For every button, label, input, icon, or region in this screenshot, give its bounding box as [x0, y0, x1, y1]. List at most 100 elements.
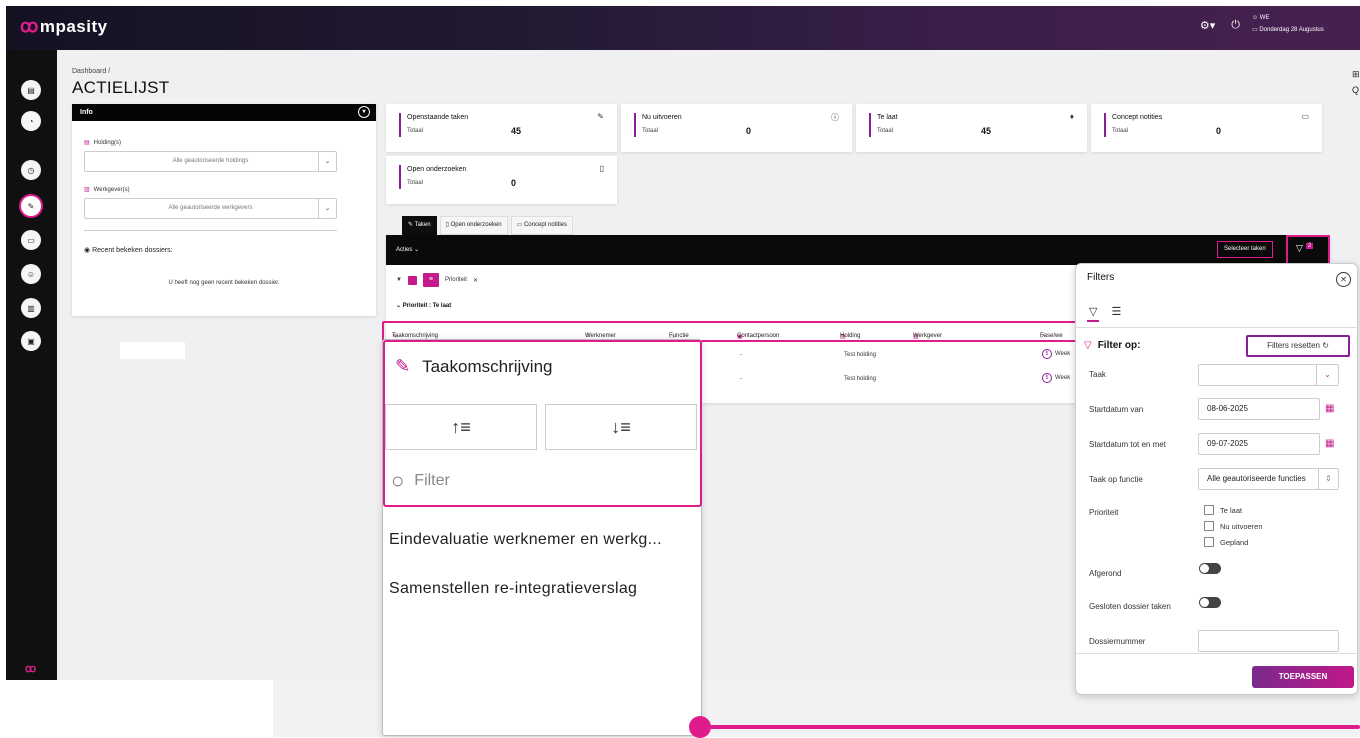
group-title-text: Prioriteit : Te laat [402, 303, 452, 309]
grid-icon[interactable]: ⊞ [1352, 66, 1360, 82]
actions-bar: Acties ⌄ Selecteer taken ▽ 2 [386, 235, 1330, 265]
startdatum-van-input[interactable]: 08-06-2025 [1198, 398, 1320, 420]
list-item[interactable]: Eindevaluatie werknemer en werkg... [389, 531, 662, 549]
startdatum-tot-input[interactable]: 09-07-2025 [1198, 433, 1320, 455]
group-chip-label: Prioriteit [444, 277, 467, 283]
werkgever-select[interactable]: Alle geautoriseerde werkgevers ⌄ [84, 198, 337, 219]
stat-card-nu-uitvoeren[interactable]: Nu uitvoeren Totaal 0 ⓘ [621, 104, 852, 152]
filter-button[interactable]: ▽ 2 [1286, 235, 1330, 265]
filter-icon: ▽ [1296, 243, 1303, 253]
stat-title: Te laat [877, 114, 898, 121]
divider [1076, 653, 1359, 654]
stat-card-te-laat[interactable]: Te laat Totaal 45 ♦ [856, 104, 1087, 152]
checkbox[interactable] [1204, 521, 1214, 531]
recent-label-text: Recent bekeken dossiers: [92, 247, 173, 254]
breadcrumb[interactable]: Dashboard / [72, 68, 110, 75]
chevron-down-icon: ⌄ [318, 152, 336, 171]
apply-button[interactable]: TOEPASSEN [1252, 666, 1354, 688]
sidebar-item-notifications[interactable]: ◔ [21, 111, 41, 131]
priority-option[interactable]: Te laat [1204, 505, 1242, 515]
chevron-down-icon: ⌄ [412, 247, 420, 253]
stat-value: 0 [1216, 126, 1222, 136]
group-title[interactable]: ⌄ Prioriteit : Te laat [396, 302, 451, 309]
checkbox[interactable] [1204, 505, 1214, 515]
sort-descending-button[interactable]: ↓≡ [545, 404, 697, 450]
info-header: Info ▾ [72, 104, 376, 121]
sidebar-item-folder[interactable]: ▭ [21, 230, 41, 250]
stat-sub: Totaal [1112, 128, 1129, 134]
power-icon[interactable]: ⏻ [1231, 19, 1240, 32]
select-tasks-button[interactable]: Selecteer taken [1217, 241, 1273, 258]
stat-card-concept-notities[interactable]: Concept notities Totaal 0 ▭ [1091, 104, 1322, 152]
stat-card-openstaande[interactable]: Openstaande taken Totaal 45 ✎ [386, 104, 617, 152]
close-icon[interactable]: ✕ [473, 277, 478, 284]
logo-mark-icon: ꝏ [20, 16, 39, 36]
sidebar-item-chart[interactable]: ▥ [21, 298, 41, 318]
calendar-icon[interactable]: ▦ [1325, 403, 1334, 414]
edit-icon: ✎ [408, 222, 415, 228]
priority-option[interactable]: Nu uitvoeren [1204, 521, 1263, 531]
stat-card-open-onderzoeken[interactable]: Open onderzoeken Totaal 0 ▯ [386, 156, 617, 204]
building-icon: ▥ [84, 187, 90, 193]
stat-title: Openstaande taken [407, 114, 469, 121]
gesloten-label: Gesloten dossier taken [1089, 602, 1171, 611]
briefcase-icon: ▣ [27, 336, 35, 346]
divider [84, 230, 337, 231]
startdatum-van-label: Startdatum van [1089, 405, 1144, 414]
holding-select[interactable]: Alle geautoriseerde holdings ⌄ [84, 151, 337, 172]
sidebar-item-actielijst[interactable]: ✎ [21, 196, 41, 216]
tab-concept-notities[interactable]: ▭ Concept notities [510, 216, 573, 235]
chart-icon: ▥ [27, 303, 35, 313]
column-label: Contactpersoon [737, 333, 780, 339]
scroll-track[interactable] [700, 725, 1360, 729]
taak-op-functie-select[interactable]: Alle geautoriseerde functies ⇕ [1198, 468, 1339, 490]
reset-filters-button[interactable]: Filters resetten ↻ [1246, 335, 1350, 357]
info-icon: ⓘ [831, 113, 839, 122]
column-label: Holding [840, 333, 861, 339]
filter-tab-icon[interactable]: ▽ [1087, 305, 1100, 322]
sort-ascending-button[interactable]: ↑≡ [385, 404, 537, 450]
sidebar-item-users[interactable]: ☺ [21, 264, 41, 284]
scroll-handle[interactable] [689, 716, 711, 738]
stat-value: 45 [511, 126, 522, 136]
caret-down-icon[interactable]: ▼ [396, 277, 402, 283]
close-icon[interactable]: ✕ [1336, 272, 1351, 287]
gesloten-toggle[interactable] [1199, 597, 1221, 608]
sidebar-item-dashboard[interactable]: ▤ [21, 80, 41, 100]
stat-accent-bar [869, 113, 871, 137]
user-initials: WE [1259, 15, 1270, 21]
stat-sub: Totaal [877, 128, 894, 134]
checkbox[interactable] [1204, 537, 1214, 547]
afgerond-toggle[interactable] [1199, 563, 1221, 574]
list-tab-icon[interactable]: ☰ [1111, 305, 1121, 322]
table-cell-holding: Test holding [844, 376, 877, 382]
current-date: Donderdag 28 Augustus [1259, 27, 1324, 33]
settings-gear-icon[interactable]: ⚙▾ [1200, 19, 1215, 32]
stat-sub: Totaal [642, 128, 659, 134]
taak-select[interactable]: ⌄ [1198, 364, 1339, 386]
users-icon: ☺ [26, 269, 36, 279]
collapse-toggle-icon[interactable]: ▾ [358, 106, 370, 118]
search-icon[interactable]: Q [1352, 82, 1360, 98]
tab-label: Taken [414, 222, 431, 228]
chat-icon: ▭ [516, 222, 524, 228]
werkgever-label: ▥ Werkgever(s) [84, 186, 130, 193]
group-checkbox[interactable] [407, 275, 417, 285]
dossiernummer-input[interactable] [1198, 630, 1339, 652]
app-logo[interactable]: ꝏ mpasity [20, 16, 108, 37]
column-filter-input[interactable]: ○ Filter [391, 468, 450, 494]
user-info[interactable]: ☺ WE ▭ Donderdag 28 Augustus [1252, 12, 1324, 36]
tab-open-onderzoeken[interactable]: ▯ Open onderzoeken [439, 216, 508, 235]
priority-option[interactable]: Gepland [1204, 537, 1248, 547]
sidebar-item-clock[interactable]: ◷ [21, 160, 41, 180]
grouping-row: ▼ ≡ Prioriteit ✕ [396, 273, 478, 287]
column-menu-title-text: Taakomschrijving [422, 356, 553, 376]
dashboard-icon: ▤ [27, 85, 35, 95]
list-item[interactable]: Samenstellen re-integratieverslag [389, 580, 637, 598]
calendar-icon[interactable]: ▦ [1325, 438, 1334, 449]
sidebar-item-briefcase[interactable]: ▣ [21, 331, 41, 351]
chevron-down-icon: ⌄ [1316, 365, 1338, 385]
acties-dropdown[interactable]: Acties ⌄ [396, 246, 419, 253]
stat-accent-bar [399, 113, 401, 137]
tab-taken[interactable]: ✎ Taken [402, 216, 437, 235]
